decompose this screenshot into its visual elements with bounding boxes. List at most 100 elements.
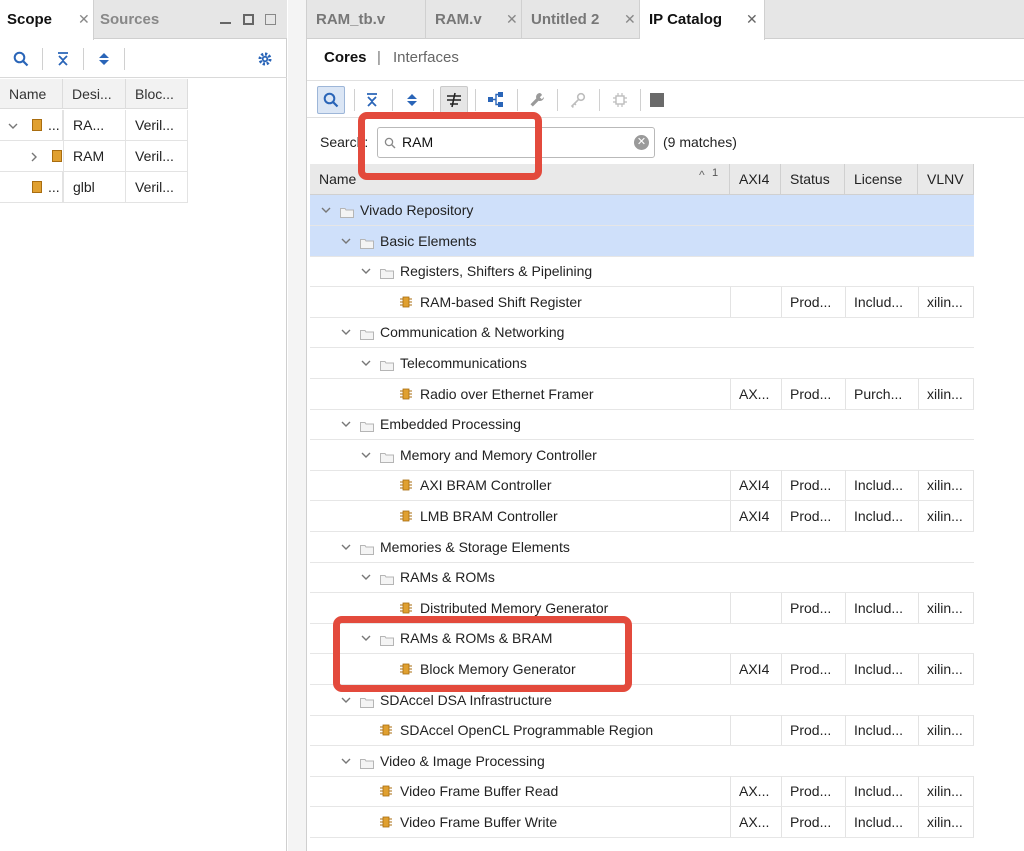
- wrench-icon[interactable]: [523, 86, 551, 114]
- table-row[interactable]: RAM-based Shift Register Prod... Includ...…: [310, 286, 974, 318]
- tab-interfaces[interactable]: Interfaces: [393, 49, 459, 66]
- table-row[interactable]: RAMs & ROMs: [310, 562, 974, 594]
- tab-untitled-2[interactable]: Untitled 2 ✕: [522, 0, 640, 39]
- table-row[interactable]: RAM Veril...: [0, 141, 188, 172]
- minimize-icon[interactable]: [220, 22, 231, 24]
- chip-icon[interactable]: [606, 86, 634, 114]
- table-row[interactable]: Memory and Memory Controller: [310, 440, 974, 471]
- table-row[interactable]: Memories & Storage Elements: [310, 532, 974, 563]
- cell-status: Prod...: [790, 385, 832, 402]
- chevron-down-icon[interactable]: [340, 326, 352, 338]
- stop-icon[interactable]: [643, 86, 671, 114]
- chevron-down-icon[interactable]: [340, 418, 352, 430]
- table-row[interactable]: Video Frame Buffer Read AX... Prod... Inclu…: [310, 776, 974, 808]
- table-row[interactable]: Basic Elements: [310, 225, 974, 257]
- close-icon[interactable]: ✕: [506, 0, 518, 39]
- column-header-license[interactable]: License: [845, 164, 918, 195]
- table-row[interactable]: Video & Image Processing: [310, 746, 974, 777]
- chevron-down-icon[interactable]: [340, 755, 352, 767]
- scope-design: RA...: [63, 110, 126, 140]
- table-row[interactable]: Radio over Ethernet Framer AX... Prod... Pu…: [310, 378, 974, 410]
- cell-vlnv: xilin...: [927, 722, 963, 739]
- table-row[interactable]: Video Frame Buffer Write AX... Prod... Incl…: [310, 807, 974, 838]
- table-row[interactable]: Communication & Networking: [310, 317, 974, 349]
- cell-status: Prod...: [790, 661, 832, 677]
- expand-all-icon[interactable]: [398, 86, 426, 114]
- cell-divider: [973, 378, 974, 409]
- table-row[interactable]: Embedded Processing: [310, 409, 974, 441]
- column-header-axi4[interactable]: AXI4: [730, 164, 781, 195]
- panel-divider[interactable]: [288, 0, 306, 851]
- search-input[interactable]: RAM ✕: [377, 127, 655, 158]
- table-row[interactable]: LMB BRAM Controller AXI4 Prod... Includ... x…: [310, 501, 974, 532]
- column-header-block[interactable]: Bloc...: [126, 79, 188, 109]
- table-row[interactable]: Telecommunications: [310, 348, 974, 379]
- column-header-vlnv[interactable]: VLNV: [918, 164, 974, 195]
- table-row[interactable]: RAMs & ROMs & BRAM: [310, 623, 974, 655]
- cell-license: Includ...: [854, 814, 904, 830]
- chevron-down-icon[interactable]: [360, 357, 372, 369]
- table-row[interactable]: ... RA... Veril...: [0, 110, 188, 141]
- expand-all-icon[interactable]: [90, 45, 118, 73]
- chevron-down-icon[interactable]: [7, 120, 19, 132]
- ip-core-name: Radio over Ethernet Framer: [420, 385, 594, 402]
- close-icon[interactable]: ✕: [746, 0, 758, 39]
- chevron-down-icon[interactable]: [360, 632, 372, 644]
- table-row[interactable]: ... glbl Veril...: [0, 172, 188, 203]
- ip-core-icon: [400, 295, 412, 309]
- table-row[interactable]: Vivado Repository: [310, 195, 974, 226]
- scope-design: Veril...: [126, 141, 188, 171]
- table-row[interactable]: Registers, Shifters & Pipelining: [310, 256, 974, 288]
- cell-divider: [845, 286, 846, 317]
- tab-ram-v[interactable]: RAM.v ✕: [426, 0, 522, 39]
- cell-license: Includ...: [854, 477, 904, 494]
- collapse-all-icon[interactable]: [358, 86, 386, 114]
- sort-asc-icon[interactable]: ^: [699, 160, 705, 191]
- tab-ram-tb[interactable]: RAM_tb.v: [307, 0, 426, 39]
- cell-status: Prod...: [790, 599, 832, 616]
- column-header-design[interactable]: Desi...: [63, 79, 126, 109]
- search-icon[interactable]: [317, 86, 345, 114]
- chevron-down-icon[interactable]: [320, 204, 332, 216]
- chevron-down-icon[interactable]: [360, 571, 372, 583]
- chevron-down-icon[interactable]: [360, 449, 372, 461]
- column-header-name[interactable]: Name ^ 1: [310, 164, 730, 195]
- hierarchy-icon[interactable]: [482, 86, 510, 114]
- catalog-subtabs: Cores | Interfaces: [307, 40, 1024, 76]
- chevron-down-icon[interactable]: [340, 694, 352, 706]
- left-tab-bar: Scope ✕ Sources: [0, 0, 287, 40]
- clear-icon[interactable]: ✕: [634, 135, 649, 150]
- chevron-down-icon[interactable]: [340, 235, 352, 247]
- close-icon[interactable]: ✕: [78, 0, 90, 39]
- chevron-right-icon[interactable]: [28, 151, 40, 163]
- ip-core-icon: [400, 478, 412, 492]
- collapse-all-icon[interactable]: [49, 45, 77, 73]
- cell-axi4: [739, 287, 781, 317]
- column-header-name[interactable]: Name: [0, 79, 63, 109]
- gear-icon[interactable]: [251, 45, 279, 73]
- chevron-down-icon[interactable]: [340, 541, 352, 553]
- float-icon[interactable]: [265, 14, 276, 25]
- close-icon[interactable]: ✕: [624, 0, 636, 39]
- chevron-down-icon[interactable]: [360, 265, 372, 277]
- cell-axi4: AX...: [739, 385, 770, 402]
- maximize-icon[interactable]: [243, 14, 254, 25]
- search-icon[interactable]: [7, 45, 35, 73]
- filter-icon[interactable]: [440, 86, 468, 114]
- tab-label: RAM.v: [435, 11, 482, 28]
- table-row[interactable]: Block Memory Generator AXI4 Prod... Includ.…: [310, 654, 974, 685]
- table-row[interactable]: AXI BRAM Controller AXI4 Prod... Includ... x…: [310, 470, 974, 502]
- tab-sources[interactable]: Sources: [100, 0, 182, 39]
- key-icon[interactable]: [564, 86, 592, 114]
- table-row[interactable]: Distributed Memory Generator Prod... Inclu…: [310, 592, 974, 624]
- cell-vlnv: xilin...: [927, 814, 963, 830]
- table-row[interactable]: SDAccel OpenCL Programmable Region Prod..…: [310, 715, 974, 747]
- column-label: Name: [319, 171, 357, 187]
- column-header-status[interactable]: Status: [781, 164, 845, 195]
- tab-scope[interactable]: Scope ✕: [0, 0, 94, 40]
- cell-status: Prod...: [790, 508, 832, 524]
- tab-cores[interactable]: Cores: [324, 49, 367, 66]
- table-row[interactable]: SDAccel DSA Infrastructure: [310, 685, 974, 716]
- catalog-table-header: Name ^ 1 AXI4 Status License VLNV: [310, 164, 974, 195]
- tab-ip-catalog[interactable]: IP Catalog ✕: [640, 0, 765, 40]
